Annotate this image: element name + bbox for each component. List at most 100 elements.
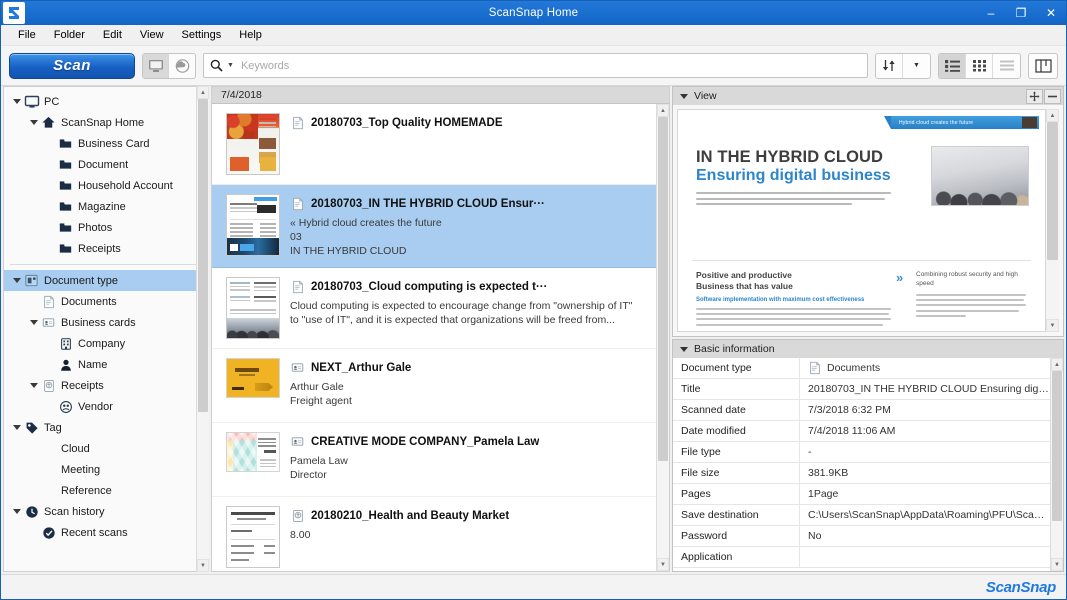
sidebar-scroll-thumb[interactable] <box>198 99 208 412</box>
sidebar-item-document-type[interactable]: Document type <box>4 270 207 291</box>
collapse-caret-icon[interactable] <box>680 94 688 99</box>
basic-info-value-cell[interactable]: No <box>800 530 1050 542</box>
folder-icon <box>57 241 74 257</box>
sidebar-item-meeting[interactable]: Meeting <box>4 459 207 480</box>
grid-view-icon[interactable] <box>966 54 993 78</box>
file-list-scroll-thumb[interactable] <box>658 117 668 461</box>
sidebar-item-documents[interactable]: Documents <box>4 291 207 312</box>
list-group-header: 7/4/2018 <box>212 87 669 104</box>
minimize-button[interactable]: – <box>976 1 1006 25</box>
list-item[interactable]: 20180703_Cloud computing is expected t··… <box>212 268 656 349</box>
file-list-scroll-track[interactable] <box>657 117 669 558</box>
menu-help[interactable]: Help <box>230 27 271 43</box>
twisty-open-icon[interactable] <box>10 509 23 514</box>
sidebar-item-receipts[interactable]: Receipts <box>4 238 207 259</box>
basic-info-value-cell[interactable]: Documents <box>800 361 1050 375</box>
file-list-scroll-down[interactable]: ▼ <box>657 558 669 571</box>
twisty-open-icon[interactable] <box>27 120 40 125</box>
sidebar-scrollbar[interactable]: ▲ ▼ <box>196 86 209 572</box>
basic-info-header[interactable]: Basic information <box>672 339 1064 358</box>
preview-scroll-down[interactable]: ▼ <box>1046 319 1059 332</box>
search-box[interactable]: ▼ <box>203 53 868 78</box>
twisty-open-icon[interactable] <box>10 278 23 283</box>
list-item[interactable]: CREATIVE MODE COMPANY_Pamela LawPamela L… <box>212 423 656 497</box>
preview-scrollbar[interactable]: ▲ ▼ <box>1046 109 1059 332</box>
twisty-open-icon[interactable] <box>10 425 23 430</box>
file-list-scroll-up[interactable]: ▲ <box>657 104 669 117</box>
sidebar-item-business-card[interactable]: Business Card <box>4 133 207 154</box>
list-item[interactable]: NEXT_Arthur GaleArthur GaleFreight agent <box>212 349 656 423</box>
menu-edit[interactable]: Edit <box>94 27 131 43</box>
sidebar-scroll-up[interactable]: ▲ <box>197 86 209 99</box>
move-icon[interactable] <box>1026 89 1043 104</box>
sidebar-item-label: Document <box>78 159 128 171</box>
sort-dropdown-caret[interactable]: ▼ <box>903 54 930 78</box>
sidebar-scroll-track[interactable] <box>197 99 209 559</box>
restore-button[interactable]: ❐ <box>1006 1 1036 25</box>
sidebar-item-reference[interactable]: Reference <box>4 480 207 501</box>
scan-button[interactable]: Scan <box>9 53 135 79</box>
menu-folder[interactable]: Folder <box>45 27 94 43</box>
sidebar-item-document[interactable]: Document <box>4 154 207 175</box>
sidebar-item-name[interactable]: Name <box>4 354 207 375</box>
sidebar-item-recent-scans[interactable]: Recent scans <box>4 522 207 543</box>
sidebar-item-scansnap-home[interactable]: ScanSnap Home <box>4 112 207 133</box>
sidebar-item-scan-history[interactable]: Scan history <box>4 501 207 522</box>
basic-info-value-cell[interactable]: 1Page <box>800 488 1050 500</box>
basic-info-value-cell[interactable]: 7/4/2018 11:06 AM <box>800 425 1050 437</box>
basic-info-scroll-track[interactable] <box>1051 371 1063 558</box>
detail-view-icon[interactable] <box>993 54 1020 78</box>
sidebar-item-photos[interactable]: Photos <box>4 217 207 238</box>
sidebar-item-pc[interactable]: PC <box>4 91 207 112</box>
basic-info-collapse-caret-icon[interactable] <box>680 347 688 352</box>
basic-info-value-cell[interactable]: 20180703_IN THE HYBRID CLOUD Ensuring di… <box>800 383 1050 395</box>
twisty-open-icon[interactable] <box>10 99 23 104</box>
list-item-content: 20180210_Health and Beauty Market8.00 <box>290 506 648 542</box>
resize-icon[interactable] <box>1044 89 1061 104</box>
list-item-thumbnail <box>226 113 280 175</box>
preview-scroll-thumb[interactable] <box>1047 122 1058 260</box>
basic-info-value-cell[interactable]: 7/3/2018 6:32 PM <box>800 404 1050 416</box>
file-list-scrollbar[interactable]: ▲ ▼ <box>656 104 669 571</box>
close-button[interactable]: ✕ <box>1036 1 1066 25</box>
basic-info-value-cell[interactable]: C:\Users\ScanSnap\AppData\Roaming\PFU\Sc… <box>800 509 1050 521</box>
menu-file[interactable]: File <box>9 27 45 43</box>
basic-info-value-cell[interactable]: - <box>800 446 1050 458</box>
sidebar-item-household-account[interactable]: Household Account <box>4 175 207 196</box>
document-preview-image[interactable]: Hybrid cloud creates the future IN THE H… <box>677 109 1046 332</box>
list-item[interactable]: 20180703_IN THE HYBRID CLOUD Ensur···« H… <box>212 185 656 268</box>
sort-arrows-icon[interactable] <box>876 54 903 78</box>
brand-snap-text: Snap <box>1021 579 1056 596</box>
sidebar-item-tag[interactable]: Tag <box>4 417 207 438</box>
list-view-icon[interactable] <box>939 54 966 78</box>
basic-info-scroll-thumb[interactable] <box>1052 371 1062 521</box>
folder-icon <box>57 199 74 215</box>
list-item[interactable]: 20180703_Top Quality HOMEMADE <box>212 104 656 185</box>
sidebar-item-cloud[interactable]: Cloud <box>4 438 207 459</box>
sidebar-item-vendor[interactable]: Vendor <box>4 396 207 417</box>
panel-layout-icon[interactable] <box>1028 53 1058 79</box>
basic-info-scrollbar[interactable]: ▲ ▼ <box>1050 358 1063 571</box>
sidebar-item-magazine[interactable]: Magazine <box>4 196 207 217</box>
list-item[interactable]: 20180210_Health and Beauty Market8.00 <box>212 497 656 571</box>
search-input[interactable] <box>238 60 861 72</box>
preview-scroll-up[interactable]: ▲ <box>1046 109 1059 122</box>
cloud-icon[interactable] <box>169 54 195 78</box>
sidebar-item-receipts[interactable]: Receipts <box>4 375 207 396</box>
basic-info-scroll-down[interactable]: ▼ <box>1051 558 1063 571</box>
menu-view[interactable]: View <box>131 27 173 43</box>
view-panel-title: View <box>694 90 717 102</box>
list-item-snippet-line: IN THE HYBRID CLOUD <box>290 244 648 258</box>
sidebar-item-business-cards[interactable]: Business cards <box>4 312 207 333</box>
sidebar-scroll-down[interactable]: ▼ <box>197 559 209 572</box>
twisty-open-icon[interactable] <box>27 320 40 325</box>
monitor-icon[interactable] <box>143 54 169 78</box>
sidebar-item-company[interactable]: Company <box>4 333 207 354</box>
preview-scroll-track[interactable] <box>1046 122 1059 319</box>
twisty-open-icon[interactable] <box>27 383 40 388</box>
search-scope-caret[interactable]: ▼ <box>227 62 234 69</box>
basic-info-value-cell[interactable]: 381.9KB <box>800 467 1050 479</box>
basic-info-scroll-up[interactable]: ▲ <box>1051 358 1063 371</box>
menu-settings[interactable]: Settings <box>173 27 231 43</box>
view-panel-header[interactable]: View <box>672 86 1064 105</box>
